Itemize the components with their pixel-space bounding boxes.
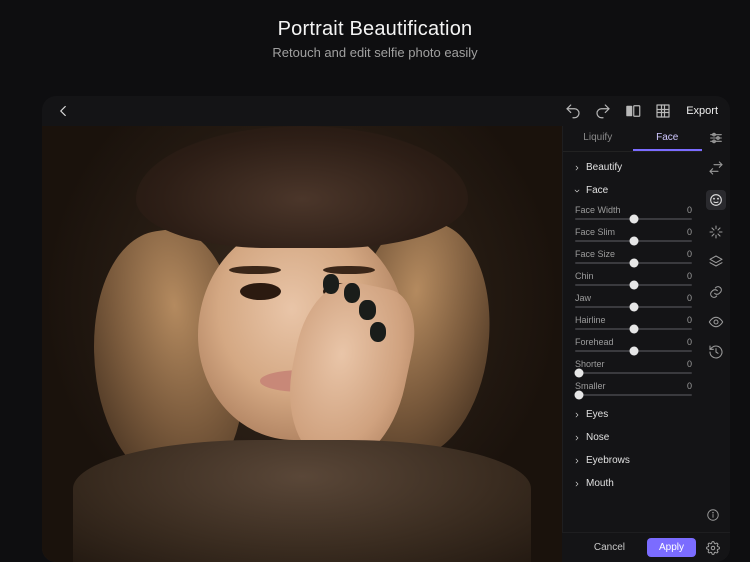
history-icon[interactable] [708, 344, 724, 360]
slider-track[interactable] [575, 218, 692, 220]
apply-button[interactable]: Apply [647, 538, 696, 557]
group-eyes[interactable]: Eyes [573, 403, 692, 426]
slider-value: 0 [687, 249, 692, 259]
redo-icon[interactable] [594, 102, 612, 120]
group-label: Eyebrows [586, 455, 630, 466]
link-icon[interactable] [708, 284, 724, 300]
side-panel: Liquify Face Beautify Face Face Width0Fa… [562, 126, 702, 562]
cancel-button[interactable]: Cancel [582, 538, 637, 557]
chevron-down-icon [573, 187, 581, 195]
hero-subtitle: Retouch and edit selfie photo easily [0, 45, 750, 60]
slider-thumb[interactable] [629, 215, 638, 224]
adjust-icon[interactable] [708, 130, 724, 146]
topbar: Export [42, 96, 730, 126]
slider-shorter: Shorter 0 [575, 359, 692, 374]
slider-value: 0 [687, 315, 692, 325]
slider-smaller: Smaller 0 [575, 381, 692, 396]
sparkle-icon[interactable] [708, 224, 724, 240]
slider-thumb[interactable] [629, 303, 638, 312]
slider-hairline: Hairline 0 [575, 315, 692, 330]
face-sliders: Face Width 0 Face Slim 0 Face Size 0 Chin 0 Jaw 0… [573, 205, 692, 396]
group-eyebrows[interactable]: Eyebrows [573, 449, 692, 472]
chevron-right-icon [573, 434, 581, 442]
chevron-right-icon [573, 411, 581, 419]
slider-label: Face Size [575, 249, 615, 259]
group-beautify[interactable]: Beautify [573, 156, 692, 179]
slider-thumb[interactable] [629, 325, 638, 334]
chevron-right-icon [573, 164, 581, 172]
slider-track[interactable] [575, 350, 692, 352]
compare-icon[interactable] [624, 102, 642, 120]
chevron-right-icon [573, 480, 581, 488]
group-label: Eyes [586, 409, 608, 420]
slider-track[interactable] [575, 306, 692, 308]
info-icon[interactable] [706, 508, 720, 522]
slider-thumb[interactable] [629, 347, 638, 356]
undo-icon[interactable] [564, 102, 582, 120]
slider-thumb[interactable] [629, 281, 638, 290]
slider-label: Hairline [575, 315, 606, 325]
footer-bar: Cancel Apply [562, 532, 730, 562]
portrait-image [42, 126, 562, 562]
eye-icon[interactable] [708, 314, 724, 330]
slider-track[interactable] [575, 328, 692, 330]
slider-thumb[interactable] [629, 259, 638, 268]
slider-track[interactable] [575, 372, 692, 374]
slider-value: 0 [687, 293, 692, 303]
hero-title: Portrait Beautification [0, 18, 750, 41]
slider-forehead: Forehead 0 [575, 337, 692, 352]
slider-value: 0 [687, 205, 692, 215]
slider-value: 0 [687, 227, 692, 237]
group-label: Beautify [586, 162, 622, 173]
workspace: Liquify Face Beautify Face Face Width0Fa… [42, 126, 730, 562]
slider-value: 0 [687, 381, 692, 391]
slider-thumb[interactable] [629, 237, 638, 246]
group-label: Face [586, 185, 608, 196]
slider-label: Chin [575, 271, 594, 281]
slider-thumb[interactable] [574, 391, 583, 400]
group-mouth[interactable]: Mouth [573, 472, 692, 495]
tab-face[interactable]: Face [633, 126, 703, 151]
slider-face-size: Face Size 0 [575, 249, 692, 264]
layers-icon[interactable] [708, 254, 724, 270]
slider-label: Smaller [575, 381, 606, 391]
swap-icon[interactable] [708, 160, 724, 176]
slider-label: Face Slim [575, 227, 615, 237]
group-nose[interactable]: Nose [573, 426, 692, 449]
slider-thumb[interactable] [574, 369, 583, 378]
slider-value: 0 [687, 359, 692, 369]
image-canvas[interactable] [42, 126, 562, 562]
slider-value: 0 [687, 271, 692, 281]
export-button[interactable]: Export [686, 105, 718, 117]
group-face[interactable]: Face [573, 179, 692, 202]
app-window: Export Liquify Face [42, 96, 730, 562]
back-button[interactable] [54, 102, 72, 120]
group-label: Mouth [586, 478, 614, 489]
tab-liquify[interactable]: Liquify [563, 126, 633, 151]
chevron-right-icon [573, 457, 581, 465]
slider-label: Shorter [575, 359, 605, 369]
slider-track[interactable] [575, 240, 692, 242]
tool-rail [702, 126, 730, 562]
slider-jaw: Jaw 0 [575, 293, 692, 308]
slider-track[interactable] [575, 262, 692, 264]
slider-chin: Chin 0 [575, 271, 692, 286]
grid-icon[interactable] [654, 102, 672, 120]
slider-face-slim: Face Slim 0 [575, 227, 692, 242]
panel-tabs: Liquify Face [563, 126, 702, 152]
slider-face-width: Face Width 0 [575, 205, 692, 220]
slider-track[interactable] [575, 284, 692, 286]
face-tool-icon[interactable] [706, 190, 726, 210]
slider-label: Forehead [575, 337, 614, 347]
slider-value: 0 [687, 337, 692, 347]
group-label: Nose [586, 432, 609, 443]
gear-icon[interactable] [706, 541, 720, 555]
slider-label: Jaw [575, 293, 591, 303]
slider-track[interactable] [575, 394, 692, 396]
panel-scroll[interactable]: Beautify Face Face Width0Face Slim0Face … [563, 152, 702, 562]
slider-label: Face Width [575, 205, 621, 215]
